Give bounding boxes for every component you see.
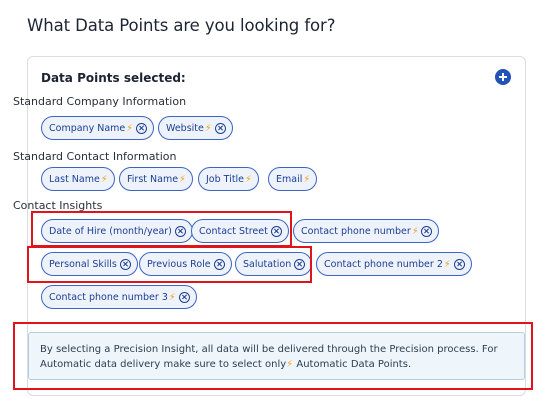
bolt-icon: ⚡ — [179, 173, 186, 185]
remove-icon[interactable] — [214, 122, 226, 134]
chip-email[interactable]: Email ⚡ — [268, 167, 318, 191]
page-title: What Data Points are you looking for? — [27, 16, 336, 35]
group-label-contact: Standard Contact Information — [13, 150, 177, 163]
chip-first-name[interactable]: First Name ⚡ — [119, 167, 193, 191]
bolt-icon: ⚡ — [204, 122, 212, 134]
bolt-icon: ⚡ — [303, 173, 311, 185]
bolt-icon: ⚡ — [100, 173, 108, 185]
chip-contact-phone-number-3[interactable]: Contact phone number 3 ⚡ — [41, 285, 197, 309]
bolt-icon: ⚡ — [245, 173, 252, 185]
remove-icon[interactable] — [421, 225, 433, 237]
chip-label: Contact phone number — [301, 225, 411, 237]
chip-job-title[interactable]: Job Title ⚡ — [198, 167, 259, 191]
bolt-icon: ⚡ — [411, 225, 419, 237]
remove-icon[interactable] — [178, 291, 190, 303]
bolt-icon: ⚡ — [168, 291, 176, 303]
chip-company-name[interactable]: Company Name ⚡ — [41, 116, 154, 140]
info-text-end: Automatic Data Points. — [293, 359, 412, 370]
chip-label: Job Title — [206, 173, 245, 185]
highlight-box-row-3 — [31, 211, 292, 247]
add-data-point-button[interactable] — [495, 69, 511, 85]
chip-label: Contact phone number 2 — [324, 258, 443, 270]
info-text: By selecting a Precision Insight, all da… — [40, 344, 498, 370]
chip-last-name[interactable]: Last Name ⚡ — [41, 167, 115, 191]
chip-website[interactable]: Website ⚡ — [158, 116, 233, 140]
chip-label: First Name — [127, 173, 179, 185]
chip-label: Last Name — [49, 173, 100, 185]
group-label-company: Standard Company Information — [13, 95, 187, 108]
chip-label: Website — [166, 122, 204, 134]
selected-heading: Data Points selected: — [41, 71, 186, 85]
chip-contact-phone-number[interactable]: Contact phone number ⚡ — [293, 219, 440, 243]
chip-label: Company Name — [49, 122, 126, 134]
highlight-box-row-4 — [27, 246, 312, 283]
bolt-icon: ⚡ — [443, 258, 451, 270]
remove-icon[interactable] — [135, 122, 147, 134]
bolt-icon: ⚡ — [126, 122, 133, 134]
chip-contact-phone-number-2[interactable]: Contact phone number 2 ⚡ — [316, 252, 472, 276]
chip-label: Contact phone number 3 — [49, 291, 168, 303]
remove-icon[interactable] — [453, 258, 465, 270]
chip-label: Email — [276, 173, 303, 185]
precision-info-box: By selecting a Precision Insight, all da… — [28, 332, 525, 380]
